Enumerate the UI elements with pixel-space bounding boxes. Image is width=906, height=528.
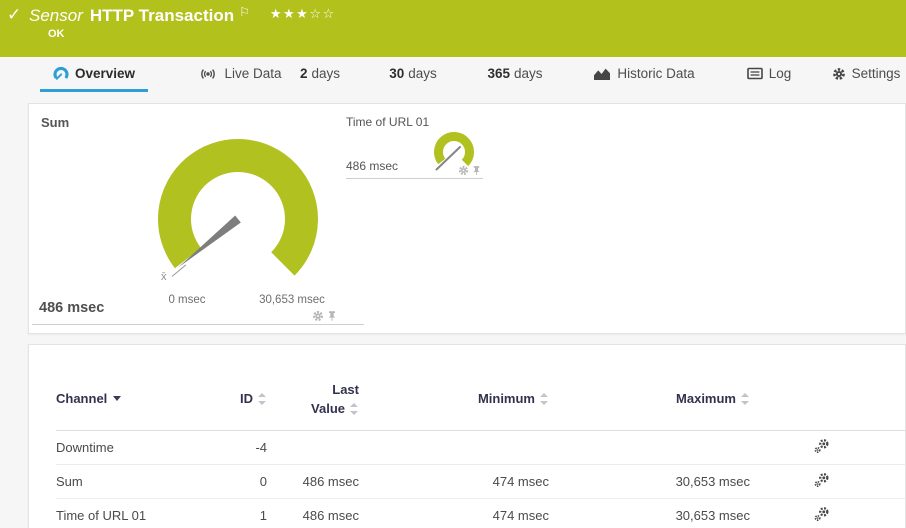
channel-id-cell: 1 (227, 498, 267, 528)
column-header-maximum[interactable]: Maximum (549, 375, 750, 430)
gear-icon (832, 67, 846, 81)
table-row: Sum 0 486 msec 474 msec 30,653 msec (56, 464, 906, 498)
minimum-cell (359, 430, 549, 464)
table-header-row: Channel ID Last Value Minimum Maximum (56, 375, 906, 430)
tab-30-days[interactable]: 30 days (382, 57, 444, 90)
active-tab-underline (40, 89, 148, 92)
status-badge: OK (48, 28, 65, 40)
url-gauge-title: Time of URL 01 (346, 115, 429, 129)
sort-icon (350, 403, 359, 415)
gauge-pin-icon[interactable] (471, 165, 482, 176)
channel-table: Channel ID Last Value Minimum Maximum Dow… (56, 375, 906, 528)
tab-settings[interactable]: Settings (826, 57, 906, 90)
column-label: ID (240, 391, 253, 406)
table-row: Time of URL 01 1 486 msec 474 msec 30,65… (56, 498, 906, 528)
sum-gauge-title: Sum (41, 115, 69, 130)
tab-label: Live Data (224, 66, 281, 81)
column-label: Value (311, 401, 345, 416)
sensor-kind-label: Sensor (29, 6, 83, 26)
tab-label: days (311, 66, 340, 81)
tab-log[interactable]: Log (740, 57, 798, 90)
sensor-header: ✓ Sensor HTTP Transaction ⚐ ★★★☆☆ OK (0, 0, 906, 57)
tab-365-days[interactable]: 365 days (478, 57, 552, 90)
sort-desc-icon (113, 396, 121, 401)
column-header-channel[interactable]: Channel (56, 375, 227, 430)
column-header-actions (750, 375, 906, 430)
tab-label: Log (769, 66, 792, 81)
maximum-cell (549, 430, 750, 464)
log-list-icon (747, 67, 763, 80)
last-value-cell: 486 msec (267, 464, 359, 498)
tab-label-number: 2 (300, 66, 308, 81)
url-gauge-divider (346, 178, 483, 179)
last-value-cell: 486 msec (267, 498, 359, 528)
tab-historic-data[interactable]: Historic Data (588, 57, 700, 90)
last-value-cell (267, 430, 359, 464)
star-icon[interactable]: ☆ (309, 6, 322, 21)
column-label: Minimum (478, 391, 535, 406)
tab-live-data[interactable]: Live Data (196, 57, 284, 90)
gauge-pin-icon[interactable] (326, 310, 338, 322)
channel-name-cell: Time of URL 01 (56, 498, 227, 528)
sort-icon (540, 393, 549, 405)
channel-table-panel: Channel ID Last Value Minimum Maximum Dow… (28, 344, 906, 528)
channel-settings-gears-icon[interactable] (814, 472, 830, 488)
status-check-icon: ✓ (7, 5, 21, 25)
tab-overview[interactable]: Overview (40, 57, 148, 90)
column-header-id[interactable]: ID (227, 375, 267, 430)
star-icon[interactable]: ☆ (322, 6, 335, 21)
flag-icon[interactable]: ⚐ (239, 5, 250, 19)
channel-id-cell: 0 (227, 464, 267, 498)
sort-icon (258, 393, 267, 405)
maximum-cell: 30,653 msec (549, 464, 750, 498)
mean-marker: x̄ (161, 271, 167, 283)
channel-name-cell: Sum (56, 464, 227, 498)
column-label: Last (332, 382, 359, 397)
priority-stars[interactable]: ★★★☆☆ (270, 6, 336, 22)
tab-label: Historic Data (617, 66, 694, 81)
channel-name-cell: Downtime (56, 430, 227, 464)
tab-label: Overview (75, 66, 135, 81)
page-title: HTTP Transaction (90, 6, 234, 26)
live-signal-icon (198, 67, 218, 81)
tab-label: days (514, 66, 543, 81)
column-label: Maximum (676, 391, 736, 406)
minimum-cell: 474 msec (359, 498, 549, 528)
url-gauge-value: 486 msec (346, 159, 398, 173)
gauge-icon (53, 66, 69, 82)
maximum-cell: 30,653 msec (549, 498, 750, 528)
table-row: Downtime -4 (56, 430, 906, 464)
channel-id-cell: -4 (227, 430, 267, 464)
star-icon[interactable]: ★ (283, 6, 296, 21)
sum-gauge-value: 486 msec (39, 300, 104, 316)
tab-label-number: 30 (389, 66, 404, 81)
channel-settings-gears-icon[interactable] (814, 438, 830, 454)
overview-gauges-panel: Sum x̄ 0 msec 30,653 msec 486 msec Time … (28, 103, 906, 334)
sort-icon (741, 393, 750, 405)
column-header-minimum[interactable]: Minimum (359, 375, 549, 430)
column-label: Channel (56, 391, 107, 406)
tab-label: Settings (852, 66, 901, 81)
tab-label-number: 365 (487, 66, 510, 81)
minimum-cell: 474 msec (359, 464, 549, 498)
tab-bar: Overview Live Data 2 days 30 days 365 da… (0, 57, 906, 95)
sum-gauge-divider (32, 324, 364, 325)
star-icon[interactable]: ★ (270, 6, 283, 21)
sum-gauge-min-label: 0 msec (155, 294, 219, 306)
gauge-settings-gear-icon[interactable] (458, 165, 469, 176)
star-icon[interactable]: ★ (296, 6, 309, 21)
column-header-last-value[interactable]: Last Value (267, 375, 359, 430)
gauge-settings-gear-icon[interactable] (312, 310, 324, 322)
tab-label: days (408, 66, 437, 81)
tab-2-days[interactable]: 2 days (292, 57, 348, 90)
sum-gauge-max-label: 30,653 msec (249, 294, 335, 306)
channel-settings-gears-icon[interactable] (814, 506, 830, 522)
area-chart-icon (593, 67, 611, 81)
